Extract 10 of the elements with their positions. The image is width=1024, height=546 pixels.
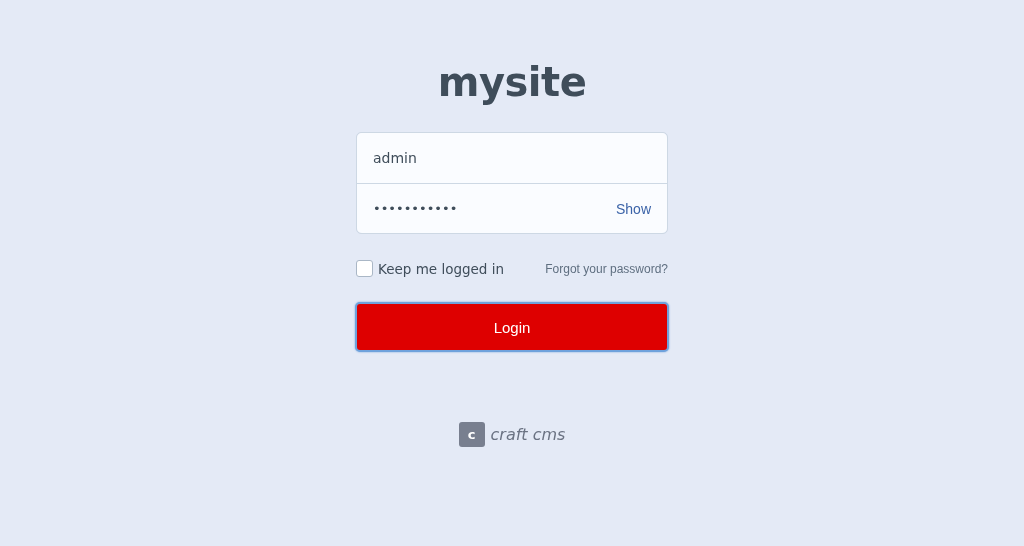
password-field[interactable]: ••••••••••• Show — [357, 183, 667, 233]
forgot-password-link[interactable]: Forgot your password? — [545, 261, 668, 276]
remember-checkbox[interactable] — [356, 260, 373, 277]
show-password-link[interactable]: Show — [615, 200, 651, 217]
username-field[interactable]: admin — [357, 133, 667, 183]
remember-label: Keep me logged in — [378, 260, 505, 277]
brand-name: craft cms — [490, 425, 566, 444]
site-title: mysite — [437, 58, 587, 106]
logo-icon: c — [458, 422, 485, 447]
login-button[interactable]: Login — [355, 302, 669, 352]
